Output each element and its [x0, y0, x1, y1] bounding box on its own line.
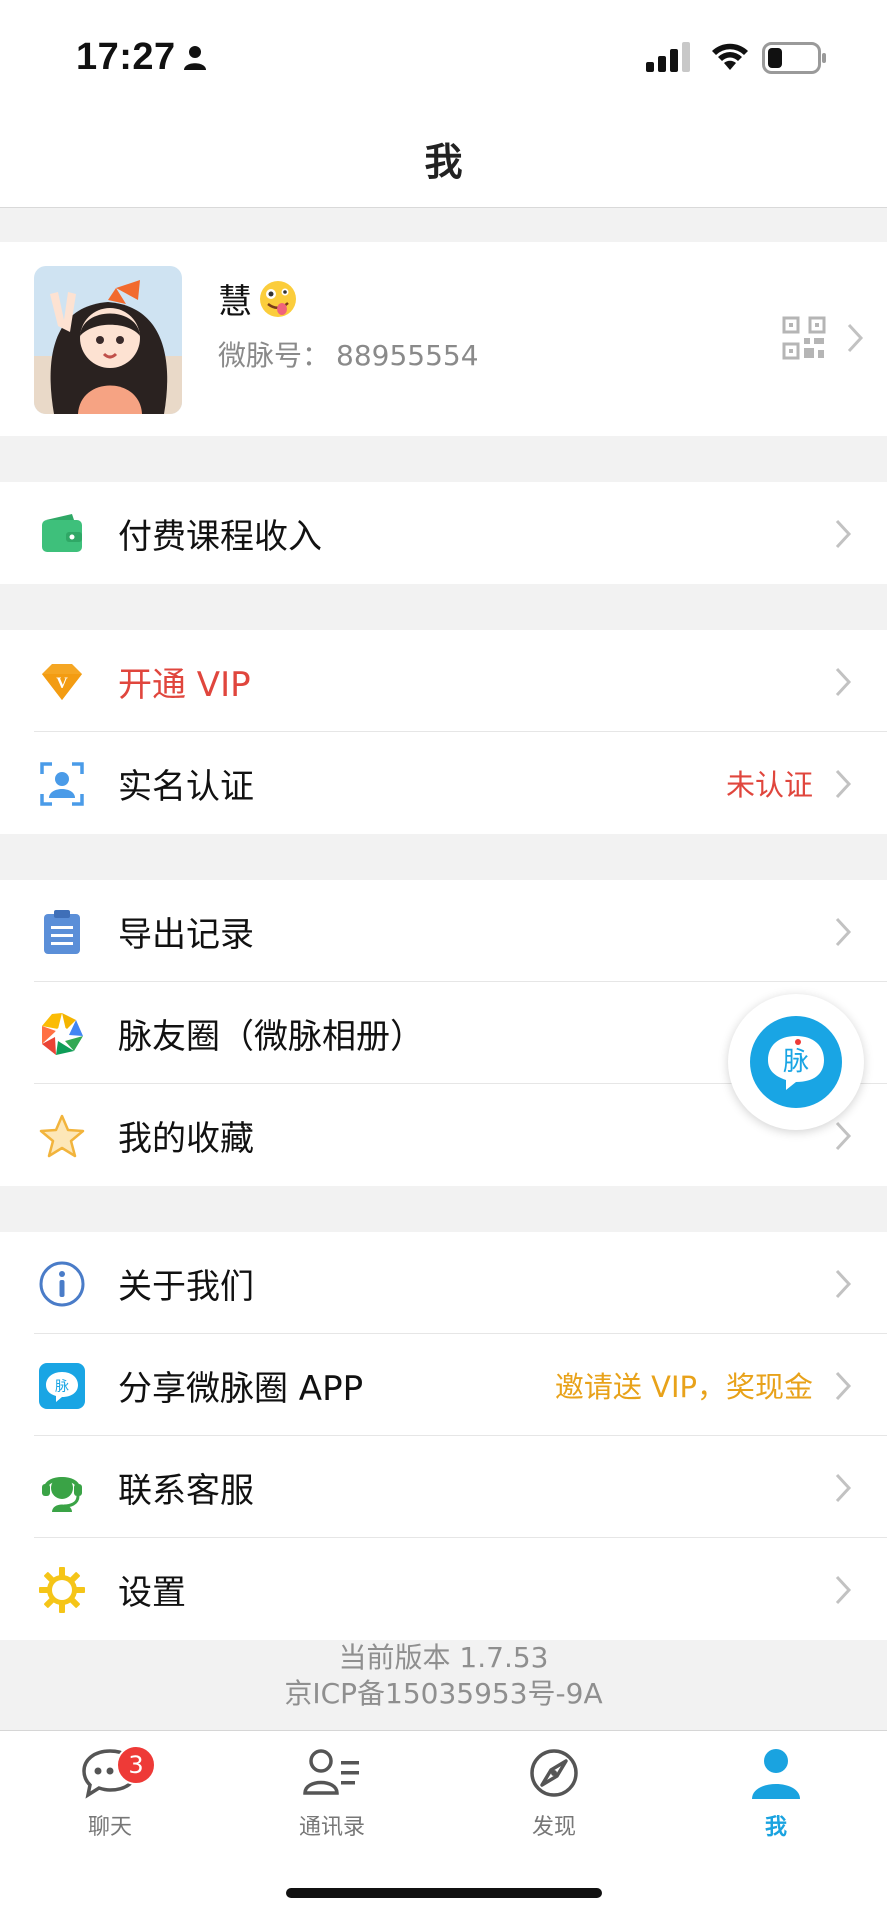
- chevron-right-icon: [835, 1473, 852, 1503]
- tab-discover[interactable]: 发现: [474, 1745, 634, 1841]
- icp-text: 京ICP备15035953号-9A: [284, 1677, 603, 1710]
- home-indicator: [286, 1888, 602, 1898]
- status-bar: 17:27: [0, 0, 887, 110]
- tab-me[interactable]: 我: [696, 1745, 856, 1841]
- menu-item-share-app[interactable]: 脉 分享微脉圈 APP 邀请送 VIP，奖现金: [0, 1334, 887, 1436]
- star-icon: [39, 1114, 85, 1158]
- tab-label: 我: [764, 1815, 787, 1840]
- tab-chat[interactable]: 聊天 3: [30, 1745, 190, 1841]
- profile-name-row: 慧: [218, 274, 298, 323]
- gear-icon: [39, 1567, 85, 1613]
- camera-aperture-icon: [42, 1013, 83, 1055]
- menu-group-about: 关于我们 脉 分享微脉圈 APP 邀请送 VIP，奖现金 联系客服 设置: [0, 1232, 887, 1640]
- menu-item-export-records[interactable]: 导出记录: [0, 880, 887, 982]
- menu-label: 联系客服: [118, 1470, 254, 1511]
- menu-label: 关于我们: [118, 1266, 254, 1307]
- vip-diamond-icon: V: [42, 664, 82, 700]
- menu-label: 分享微脉圈 APP: [118, 1368, 364, 1409]
- chevron-right-icon: [835, 667, 852, 697]
- nav-bar: 我: [0, 110, 887, 208]
- wallet-icon: [42, 514, 82, 552]
- cellular-signal-icon: [646, 42, 690, 72]
- menu-item-real-name[interactable]: 实名认证 未认证: [0, 732, 887, 834]
- menu-item-vip[interactable]: V 开通 VIP: [0, 630, 887, 732]
- person-icon: [184, 46, 206, 70]
- profile-card[interactable]: 慧 微脉号： 88955554: [0, 242, 887, 436]
- tab-label: 发现: [531, 1815, 576, 1840]
- floating-chat-button[interactable]: 脉: [728, 994, 864, 1130]
- chevron-right-icon: [835, 769, 852, 799]
- headset-agent-icon: [42, 1477, 82, 1512]
- menu-label: 脉友圈（微脉相册）: [118, 1016, 424, 1057]
- chevron-right-icon: [835, 1371, 852, 1401]
- qr-code-icon[interactable]: [782, 316, 826, 360]
- info-icon: [39, 1261, 85, 1307]
- zany-face-emoji-icon: [260, 280, 296, 317]
- tab-contacts[interactable]: 通讯录: [252, 1745, 412, 1841]
- menu-item-settings[interactable]: 设置: [0, 1538, 887, 1640]
- clipboard-icon: [44, 910, 80, 954]
- menu-group-account: V 开通 VIP 实名认证 未认证: [0, 630, 887, 834]
- profile-id-row: 微脉号： 88955554: [218, 334, 485, 374]
- version-text: 当前版本 1.7.53: [338, 1641, 549, 1674]
- app-logo-icon: 脉: [750, 1016, 842, 1108]
- chevron-right-icon: [835, 1121, 852, 1151]
- app-logo-icon: 脉: [39, 1363, 85, 1409]
- menu-label: 付费课程收入: [118, 516, 322, 557]
- menu-group-income: 付费课程收入: [0, 482, 887, 584]
- menu-label: 实名认证: [118, 766, 254, 807]
- profile-name: 慧: [218, 282, 252, 322]
- tab-label: 通讯录: [298, 1815, 365, 1840]
- chevron-right-icon: [835, 917, 852, 947]
- float-button-label: 脉: [783, 1047, 809, 1077]
- svg-text:V: V: [56, 675, 68, 692]
- id-verify-icon: [40, 762, 84, 806]
- share-promo-text: 邀请送 VIP，奖现金: [554, 1370, 813, 1404]
- menu-label: 我的收藏: [118, 1118, 254, 1159]
- profile-id-value: 88955554: [336, 339, 479, 372]
- chevron-right-icon: [835, 1269, 852, 1299]
- chevron-right-icon: [847, 323, 864, 353]
- menu-item-paid-course-income[interactable]: 付费课程收入: [0, 482, 887, 584]
- me-icon: [752, 1749, 800, 1799]
- avatar[interactable]: [34, 266, 182, 414]
- menu-label: 导出记录: [118, 914, 254, 955]
- chevron-right-icon: [835, 519, 852, 549]
- menu-item-customer-service[interactable]: 联系客服: [0, 1436, 887, 1538]
- status-time: 17:27: [76, 36, 176, 78]
- discover-icon: [530, 1749, 578, 1797]
- menu-item-about[interactable]: 关于我们: [0, 1232, 887, 1334]
- battery-icon: [762, 42, 826, 74]
- verification-status: 未认证: [725, 768, 813, 802]
- tab-label: 聊天: [87, 1815, 132, 1840]
- unread-badge: 3: [116, 1745, 156, 1785]
- menu-label: 设置: [118, 1572, 186, 1613]
- contacts-icon: [303, 1749, 359, 1795]
- chevron-right-icon: [835, 1575, 852, 1605]
- version-info: 当前版本 1.7.53 京ICP备15035953号-9A: [0, 1640, 887, 1712]
- menu-label: 开通 VIP: [118, 664, 251, 705]
- profile-id-label: 微脉号：: [218, 339, 331, 372]
- wifi-icon: [712, 43, 748, 70]
- page-title: 我: [424, 140, 463, 184]
- svg-text:脉: 脉: [55, 1379, 69, 1395]
